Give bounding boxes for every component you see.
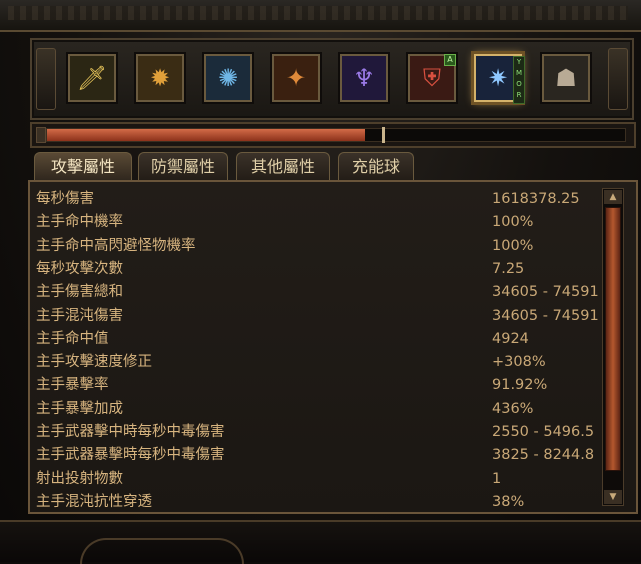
stats-panel: 每秒傷害 1618378.25 主手命中機率 100% 主手命中高閃避怪物機率 100% 每… xyxy=(28,180,638,514)
stat-row: 主手命中機率 100% xyxy=(36,211,598,234)
rune-mark: Y xyxy=(516,58,522,66)
tab-attack[interactable]: 攻擊屬性 xyxy=(34,152,132,183)
stat-row: 主手攻擊速度修正 +308% xyxy=(36,351,598,374)
tab-defense[interactable]: 防禦屬性 xyxy=(138,152,228,181)
rune-mark: M xyxy=(515,69,523,77)
scroll-down-arrow-icon[interactable]: ▼ xyxy=(604,490,622,504)
stat-label: 主手命中高閃避怪物機率 xyxy=(36,237,196,254)
sword-icon: 🗡 xyxy=(76,64,108,92)
stat-row: 主手傷害總和 34605 - 74591 xyxy=(36,281,599,304)
tab-other[interactable]: 其他屬性 xyxy=(236,152,330,181)
stat-value: 38% xyxy=(492,493,525,510)
stat-value: 100% xyxy=(492,214,534,231)
stat-value: 1 xyxy=(492,470,502,487)
stat-label: 主手武器暴擊時每秒中毒傷害 xyxy=(36,447,225,464)
stat-row: 主手暴擊加成 436% xyxy=(36,398,598,421)
tab-charges[interactable]: 充能球 xyxy=(338,152,414,181)
stat-value: 91.92% xyxy=(492,377,548,394)
top-ornament xyxy=(0,0,641,32)
skill-slot[interactable]: ✺ xyxy=(204,54,252,102)
resource-bar xyxy=(30,122,636,148)
stat-value: 1618378.25 xyxy=(492,191,580,207)
stat-label: 主手暴擊加成 xyxy=(36,400,123,417)
stat-value: 34605 - 74591 xyxy=(492,284,599,301)
stat-value: 436% xyxy=(492,400,534,417)
stat-row: 每秒攻擊次數 7.25 xyxy=(36,258,598,281)
skill-slot[interactable]: ☗ xyxy=(542,54,590,102)
stat-row: 主手混沌抗性穿透 38% xyxy=(36,491,598,512)
blue-wheel-icon: ✺ xyxy=(217,64,239,92)
rune-marks: Y M O R xyxy=(513,56,525,104)
stat-value: 100% xyxy=(492,237,534,254)
rune-mark: O xyxy=(516,80,522,88)
shield-crest-icon: ✹ xyxy=(149,64,171,92)
stat-value: 3825 - 8244.8 xyxy=(492,447,595,464)
rune-mark: R xyxy=(516,91,522,99)
stat-label: 射出投射物數 xyxy=(36,470,123,487)
stat-value: 34605 - 74591 xyxy=(492,307,599,324)
skill-bar-right-cap xyxy=(608,48,628,110)
dragon-fire-icon: ✦ xyxy=(285,64,307,92)
stat-label: 每秒傷害 xyxy=(36,191,94,207)
stat-value: 7.25 xyxy=(492,260,525,277)
stat-row: 每秒傷害 1618378.25 xyxy=(36,188,598,211)
stat-label: 主手命中值 xyxy=(36,330,109,347)
stat-label: 主手暴擊率 xyxy=(36,377,109,394)
resource-fill xyxy=(47,129,365,141)
stat-label: 主手傷害總和 xyxy=(36,284,123,301)
stat-row: 射出投射物數 1 xyxy=(36,468,598,491)
skill-slot[interactable]: ♆ xyxy=(340,54,388,102)
skill-bar-left-cap xyxy=(36,48,56,110)
stat-value: 4924 xyxy=(492,330,529,347)
scroll-thumb[interactable] xyxy=(605,207,621,471)
stat-label: 主手武器擊中時每秒中毒傷害 xyxy=(36,424,225,440)
skill-bar: 🗡 ✹ ✺ ✦ ♆ ⛨ A ✷ ☗ Y M O R xyxy=(30,38,634,120)
bottom-ornament xyxy=(0,520,641,564)
scroll-up-arrow-icon[interactable]: ▲ xyxy=(604,190,622,204)
stat-label: 主手攻擊速度修正 xyxy=(36,354,152,371)
stats-scrollbar[interactable]: ▲ ▼ xyxy=(602,188,624,506)
resource-track xyxy=(46,127,626,143)
skill-slot[interactable]: ⛨ A xyxy=(408,54,456,102)
stat-label: 主手混沌傷害 xyxy=(36,307,123,324)
stat-row: 主手混沌傷害 34605 - 74591 xyxy=(36,305,599,328)
stat-label: 每秒攻擊次數 xyxy=(36,260,123,277)
spirit-figure-icon: ♆ xyxy=(353,64,375,92)
skill-slot[interactable]: 🗡 xyxy=(68,54,116,102)
skill-badge: A xyxy=(444,54,456,66)
stat-row: 主手暴擊率 91.92% xyxy=(36,374,598,397)
skill-slot[interactable]: ✦ xyxy=(272,54,320,102)
skill-slot[interactable]: ✹ xyxy=(136,54,184,102)
stat-label: 主手命中機率 xyxy=(36,214,123,231)
stat-row: 主手武器擊中時每秒中毒傷害 2550 - 5496.5 xyxy=(36,421,598,444)
stone-golem-icon: ☗ xyxy=(555,64,577,92)
resource-divider xyxy=(382,127,385,143)
stat-value: 2550 - 5496.5 xyxy=(492,424,595,440)
stat-row: 主手武器暴擊時每秒中毒傷害 3825 - 8244.8 xyxy=(36,444,598,467)
resource-bar-knob xyxy=(36,127,46,143)
stat-row: 主手命中高閃避怪物機率 100% xyxy=(36,235,598,258)
character-stats-window: 🗡 ✹ ✺ ✦ ♆ ⛨ A ✷ ☗ Y M O R 攻擊屬性 防禦屬性 其他屬性 充能球 每秒傷… xyxy=(0,0,641,564)
stat-label: 主手混沌抗性穿透 xyxy=(36,493,152,510)
stat-row: 主手命中值 4924 xyxy=(36,328,598,351)
stat-value: +308% xyxy=(492,354,546,371)
